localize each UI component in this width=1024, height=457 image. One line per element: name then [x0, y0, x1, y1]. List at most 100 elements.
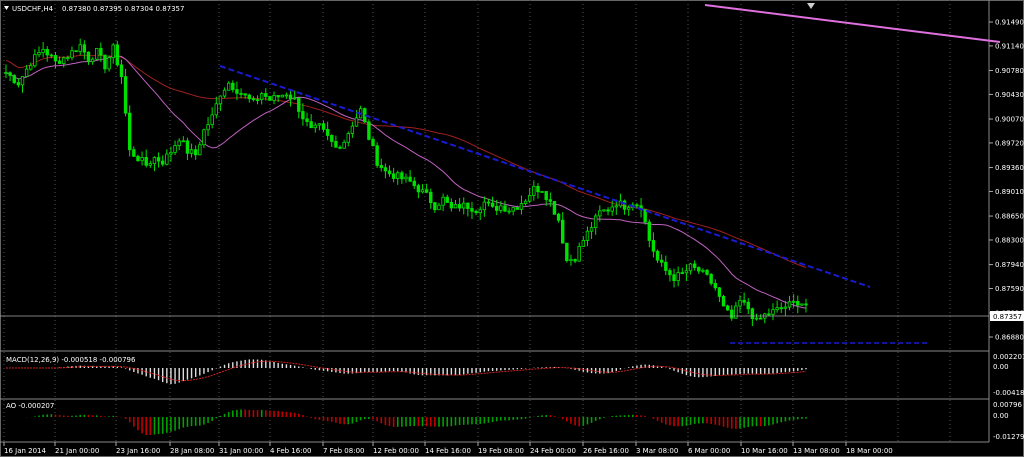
candle	[610, 206, 614, 212]
candle	[95, 48, 99, 60]
time-tick-label: 19 Feb 08:00	[478, 447, 524, 455]
candle	[231, 82, 235, 90]
candle	[288, 94, 293, 100]
time-tick-label: 24 Feb 00:00	[530, 447, 576, 455]
candle	[144, 157, 148, 166]
candle	[593, 215, 598, 229]
candle	[57, 60, 62, 64]
candle	[791, 300, 796, 303]
candle	[705, 269, 709, 275]
current-price-label: 0.87357	[993, 313, 1022, 321]
candle	[280, 94, 284, 98]
candle	[598, 210, 602, 217]
price-tick-label: 0.88300	[995, 236, 1024, 244]
candle	[103, 54, 107, 70]
candle	[569, 259, 573, 262]
candle	[775, 307, 779, 311]
upper-trendline[interactable]	[704, 4, 1001, 43]
candle	[437, 204, 441, 211]
candle	[367, 121, 371, 140]
candle	[255, 99, 260, 101]
candle	[779, 307, 783, 310]
macd-axis-label: -0.004186	[993, 389, 1024, 397]
candle	[548, 199, 553, 202]
time-tick-label: 6 Mar 00:00	[688, 447, 730, 455]
candle	[433, 202, 437, 211]
candle	[626, 207, 631, 210]
candle	[222, 89, 227, 97]
candle	[210, 114, 214, 126]
chart-canvas[interactable]: USDCHF,H4 0.87380 0.87395 0.87304 0.8735…	[0, 0, 1024, 457]
candle	[8, 72, 12, 76]
candle	[29, 65, 33, 70]
price-tick-label: 0.90070	[995, 116, 1024, 124]
price-tick-label: 0.87940	[995, 261, 1024, 269]
time-axis: 16 Jan 2014 21 Jan 00:00 23 Jan 16:00 28 Ja…	[3, 442, 893, 455]
trendline-down[interactable]	[219, 65, 871, 288]
candle	[20, 76, 25, 86]
candle	[235, 89, 239, 94]
candle	[177, 140, 181, 146]
candle	[226, 82, 231, 91]
chart-window[interactable]: USDCHF,H4 0.87380 0.87395 0.87304 0.8735…	[0, 0, 1024, 457]
candle	[24, 68, 29, 77]
candle	[676, 272, 680, 282]
candle	[301, 111, 305, 120]
candle	[445, 196, 449, 203]
time-tick-label: 21 Jan 00:00	[55, 447, 99, 455]
candle	[556, 213, 561, 221]
chart-menu-icon[interactable]	[4, 6, 9, 10]
price-tick-label: 0.91490	[995, 19, 1024, 27]
shift-marker-icon[interactable]	[807, 3, 815, 9]
candle	[350, 125, 355, 134]
candle	[317, 123, 322, 126]
macd-axis-label: 0.00	[993, 363, 1009, 371]
candle	[396, 172, 400, 179]
candle	[185, 140, 190, 154]
macd-label: MACD(12,26,9) -0.000518 -0.000796	[6, 356, 136, 364]
ao-axis-label: 0.00	[993, 412, 1009, 420]
candle	[128, 112, 132, 151]
candle	[4, 72, 8, 75]
candle	[272, 95, 276, 101]
time-tick-label: 7 Feb 08:00	[323, 447, 364, 455]
candle	[783, 306, 788, 309]
candle	[140, 157, 144, 162]
candle	[635, 204, 639, 207]
candle	[152, 157, 157, 164]
candle	[111, 44, 115, 59]
candle	[119, 64, 124, 78]
candle	[165, 153, 169, 165]
candle	[515, 207, 520, 210]
candle	[383, 167, 388, 172]
price-tick-label: 0.87590	[995, 285, 1024, 293]
candle	[74, 50, 78, 53]
candle	[746, 301, 750, 310]
candle	[33, 54, 37, 67]
candle	[41, 48, 45, 53]
candle	[404, 176, 408, 180]
candle	[251, 98, 256, 101]
candle	[528, 195, 532, 202]
candle	[148, 163, 153, 166]
candle	[206, 124, 210, 131]
candle	[268, 96, 272, 101]
candle	[499, 205, 503, 211]
candle	[218, 95, 223, 105]
candle	[325, 128, 330, 136]
candle	[400, 172, 404, 180]
candle	[787, 301, 792, 308]
candle	[651, 240, 656, 252]
candle	[577, 246, 581, 262]
candle	[713, 282, 717, 289]
candle	[49, 54, 54, 57]
candle	[523, 200, 528, 204]
candle	[379, 165, 383, 169]
candle	[552, 200, 557, 215]
candle	[37, 52, 41, 56]
candle	[239, 92, 243, 95]
candle	[276, 95, 280, 98]
candle	[66, 57, 70, 60]
price-axis: 0.91490 0.91140 0.90780 0.90430 0.90070 0.897…	[989, 19, 1024, 342]
price-tick-label: 0.90780	[995, 67, 1024, 75]
